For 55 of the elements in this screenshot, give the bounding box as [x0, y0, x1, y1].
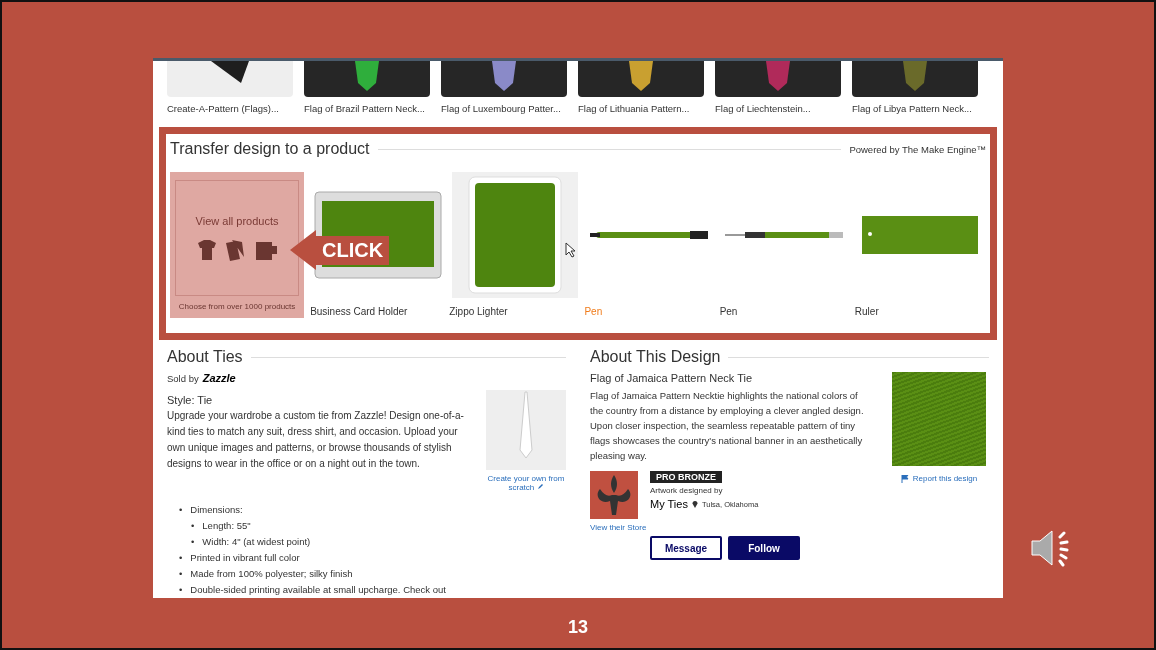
view-all-label: View all products — [195, 215, 279, 227]
message-button[interactable]: Message — [650, 536, 722, 560]
map-pin-icon — [691, 500, 698, 508]
product-title[interactable]: Create-A-Pattern (Flags)... — [167, 103, 293, 114]
product-name[interactable]: Pen — [719, 306, 851, 317]
bullet-item: Printed in vibrant full color — [190, 551, 300, 565]
product-title[interactable]: Flag of Libya Pattern Neck... — [852, 103, 978, 114]
bullet-item: Length: 55" — [202, 519, 251, 533]
product-title[interactable]: Flag of Luxembourg Patter... — [441, 103, 567, 114]
section-title: About This Design — [590, 348, 721, 366]
pro-bronze-badge: PRO BRONZE — [650, 471, 722, 483]
section-title: Transfer design to a product — [170, 140, 370, 158]
bullet-item: Made from 100% polyester; silky finish — [190, 567, 353, 581]
product-thumbnail[interactable] — [715, 61, 841, 97]
product-thumbnail[interactable] — [304, 61, 430, 97]
style-label: Style: Tie — [167, 394, 213, 406]
bullet-marker: • — [179, 567, 183, 581]
powered-by-text: Powered by The Make Engine™ — [849, 143, 986, 155]
brand-name: Zazzle — [202, 372, 236, 384]
bullet-item: Double-sided printing available at small upcharge. Check out — [190, 583, 446, 597]
cursor-icon — [565, 242, 577, 258]
product-title[interactable]: Flag of Brazil Pattern Neck... — [304, 103, 430, 114]
pencil-icon — [536, 483, 544, 490]
view-all-products-overlay[interactable]: View all products Choose from over 1000 products — [170, 172, 305, 318]
product-thumbnail[interactable] — [852, 61, 978, 97]
design-description: Flag of Jamaica Pattern Necktie highlights the national colors of the country from a distance by employing a clever angled design. Upon closer inspection, the seamless repeatable pattern of tiny flags showcases the country's national banner in an aesthetically pleasing way. — [590, 389, 865, 463]
sold-by-label: Sold by — [167, 373, 199, 384]
bullet-marker: • — [179, 551, 183, 565]
follow-button[interactable]: Follow — [728, 536, 800, 560]
product-name[interactable]: Ruler — [854, 306, 986, 317]
product-title[interactable]: Flag of Liechtenstein... — [715, 103, 841, 114]
bullet-marker: • — [191, 519, 195, 533]
product-thumbnail[interactable] — [441, 61, 567, 97]
report-link[interactable]: Report this design — [912, 474, 978, 483]
flag-icon — [900, 474, 909, 483]
product-title[interactable]: Flag of Lithuania Pattern... — [578, 103, 704, 114]
section-title: About Ties — [167, 348, 243, 366]
product-name[interactable]: Zippo Lighter — [449, 306, 581, 317]
bullet-marker: • — [191, 535, 195, 549]
bullet-item: Dimensions: — [190, 503, 243, 517]
create-link[interactable]: Create your own from scratch — [486, 474, 566, 492]
designer-name: My Ties — [650, 498, 688, 510]
designed-by-label: Artwork designed by — [650, 486, 724, 495]
product-count-text: Choose from over 1000 products — [178, 302, 296, 311]
fleur-de-lis-avatar — [590, 471, 638, 519]
design-title: Flag of Jamaica Pattern Neck Tie — [590, 372, 753, 384]
bullet-item: Width: 4" (at widest point) — [202, 535, 311, 549]
slide-number: 13 — [567, 617, 589, 638]
store-link[interactable]: View their Store — [590, 523, 869, 532]
bullet-marker: • — [179, 583, 183, 597]
description-text: Upgrade your wardrobe a custom tie from Zazzle! Design one-of-a-kind ties to match any suit, dress shirt, and occasion. Upload your own unique images and patterns, or browse thousands of stylish designs to wear in the office or on a night out in the town. — [167, 409, 465, 471]
bullet-marker: • — [179, 503, 183, 517]
product-thumbnail[interactable] — [167, 61, 293, 97]
product-name[interactable]: Business Card Holder — [310, 306, 446, 317]
product-thumbnail[interactable] — [578, 61, 704, 97]
